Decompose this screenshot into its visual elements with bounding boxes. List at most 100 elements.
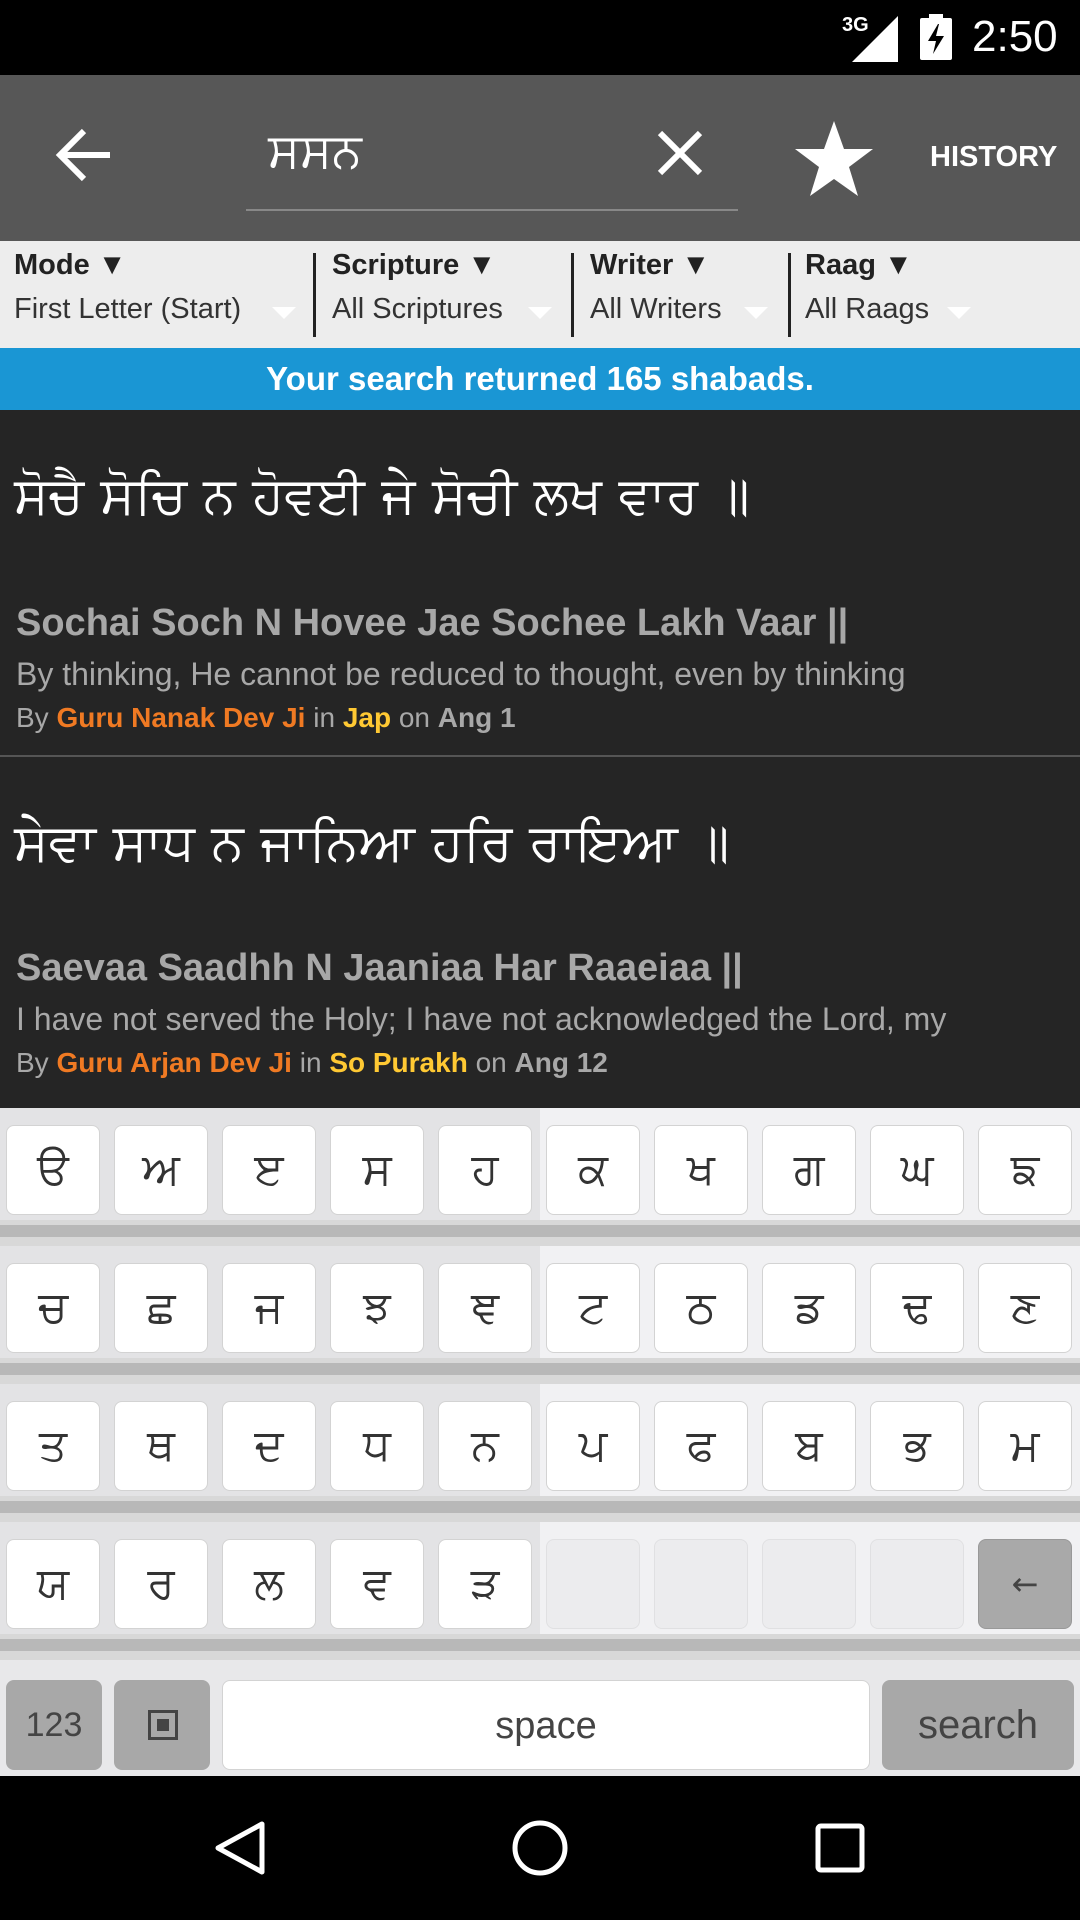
search-underline bbox=[246, 209, 738, 211]
translation: By thinking, He cannot be reduced to tho… bbox=[16, 656, 906, 692]
letter-key[interactable]: ਫ bbox=[654, 1401, 748, 1491]
history-button[interactable]: HISTORY bbox=[930, 141, 1057, 174]
gurmukhi-line: ਸੇਵਾ ਸਾਧ ਨ ਜਾਨਿਆ ਹਰਿ ਰਾਇਆ ॥ bbox=[14, 813, 730, 873]
filter-title: Mode ▼ bbox=[14, 249, 127, 281]
search-input[interactable]: ਸਸਨ bbox=[268, 123, 362, 180]
letter-key[interactable]: ਵ bbox=[330, 1539, 424, 1629]
letter-key[interactable]: ਣ bbox=[978, 1263, 1072, 1353]
letter-key[interactable]: ਮ bbox=[978, 1401, 1072, 1491]
result-meta: By Guru Arjan Dev Ji in So Purakh on Ang… bbox=[16, 1047, 608, 1079]
letter-key[interactable]: ਤ bbox=[6, 1401, 100, 1491]
navigation-bar bbox=[0, 1776, 1080, 1920]
star-icon[interactable] bbox=[794, 119, 874, 199]
filter-bar: Mode ▼ First Letter (Start) Scripture ▼ … bbox=[0, 241, 1080, 348]
back-triangle-icon[interactable] bbox=[210, 1818, 270, 1878]
letter-key[interactable]: ਨ bbox=[438, 1401, 532, 1491]
dropdown-arrow-icon bbox=[744, 307, 768, 319]
home-circle-icon[interactable] bbox=[510, 1818, 570, 1878]
letter-key[interactable]: ਜ bbox=[222, 1263, 316, 1353]
scripture-dropdown[interactable]: Scripture ▼ All Scriptures bbox=[332, 249, 562, 339]
letter-key[interactable]: ਪ bbox=[546, 1401, 640, 1491]
empty-key bbox=[762, 1539, 856, 1629]
empty-key bbox=[870, 1539, 964, 1629]
letter-key[interactable]: ਟ bbox=[546, 1263, 640, 1353]
search-key[interactable]: search bbox=[882, 1680, 1074, 1770]
letter-key[interactable]: ਥ bbox=[114, 1401, 208, 1491]
letter-key[interactable]: ਡ bbox=[762, 1263, 856, 1353]
keyboard-row: ਚਛਜਝਞਟਠਡਢਣ bbox=[0, 1246, 1080, 1358]
list-item[interactable]: ਸੋਚੈ ਸੋਚਿ ਨ ਹੋਵਈ ਜੇ ਸੋਚੀ ਲਖ ਵਾਰ ॥ Sochai… bbox=[0, 410, 1080, 755]
on-label: on bbox=[475, 1047, 507, 1078]
letter-key[interactable]: ਬ bbox=[762, 1401, 856, 1491]
mode-dropdown[interactable]: Mode ▼ First Letter (Start) bbox=[14, 249, 304, 339]
letter-key[interactable]: ਸ bbox=[330, 1125, 424, 1215]
source-name: Jap bbox=[342, 702, 392, 733]
dropdown-arrow-icon bbox=[947, 307, 971, 319]
on-label: on bbox=[398, 702, 430, 733]
filter-title: Scripture ▼ bbox=[332, 249, 497, 281]
translation: I have not served the Holy; I have not a… bbox=[16, 1001, 947, 1037]
letter-key[interactable]: ਞ bbox=[438, 1263, 532, 1353]
divider bbox=[313, 253, 316, 337]
gurmukhi-keyboard: 123 space search ੳਅੲਸਹਕਖਗਘਙ ਚਛਜਝਞਟਠਡਢਣ ਤਥਦ… bbox=[0, 1108, 1080, 1776]
network-type: 3G bbox=[842, 14, 869, 36]
letter-key[interactable]: ਦ bbox=[222, 1401, 316, 1491]
ang-number: Ang 1 bbox=[437, 702, 516, 733]
results-list: ਸੋਚੈ ਸੋਚਿ ਨ ਹੋਵਈ ਜੇ ਸੋਚੀ ਲਖ ਵਾਰ ॥ Sochai… bbox=[0, 410, 1080, 1108]
writer-dropdown[interactable]: Writer ▼ All Writers bbox=[590, 249, 780, 339]
dropdown-arrow-icon bbox=[272, 307, 296, 319]
letter-key[interactable]: ਅ bbox=[114, 1125, 208, 1215]
letter-key[interactable]: ਲ bbox=[222, 1539, 316, 1629]
battery-charging-icon bbox=[920, 14, 952, 60]
keyboard-bottom-row: 123 space search bbox=[0, 1660, 1080, 1776]
recents-square-icon[interactable] bbox=[810, 1818, 870, 1878]
ang-number: Ang 12 bbox=[514, 1047, 608, 1078]
transliteration: Saevaa Saadhh N Jaaniaa Har Raaeiaa || bbox=[16, 947, 743, 989]
letter-key[interactable]: ਕ bbox=[546, 1125, 640, 1215]
letter-key[interactable]: ਠ bbox=[654, 1263, 748, 1353]
letter-key[interactable]: ੳ bbox=[6, 1125, 100, 1215]
arrow-left-icon[interactable] bbox=[52, 123, 116, 187]
letter-key[interactable]: ਘ bbox=[870, 1125, 964, 1215]
backspace-key[interactable]: ← bbox=[978, 1539, 1072, 1629]
letter-key[interactable]: ਗ bbox=[762, 1125, 856, 1215]
by-label: By bbox=[16, 702, 49, 733]
letter-key[interactable]: ਛ bbox=[114, 1263, 208, 1353]
filter-title: Writer ▼ bbox=[590, 249, 711, 281]
clock: 2:50 bbox=[972, 12, 1058, 61]
numbers-key[interactable]: 123 bbox=[6, 1680, 102, 1770]
letter-key[interactable]: ਧ bbox=[330, 1401, 424, 1491]
filter-title: Raag ▼ bbox=[805, 249, 913, 281]
keyboard-row: ਯ ਰ ਲ ਵ ੜ ← bbox=[0, 1522, 1080, 1634]
filter-value: All Scriptures bbox=[332, 293, 503, 325]
letter-key[interactable]: ੲ bbox=[222, 1125, 316, 1215]
filter-value: First Letter (Start) bbox=[14, 293, 242, 325]
letter-key[interactable]: ਯ bbox=[6, 1539, 100, 1629]
empty-key bbox=[654, 1539, 748, 1629]
results-count-banner: Your search returned 165 shabads. bbox=[0, 348, 1080, 410]
action-bar: ਸਸਨ HISTORY bbox=[0, 75, 1080, 241]
gurmukhi-line: ਸੋਚੈ ਸੋਚਿ ਨ ਹੋਵਈ ਜੇ ਸੋਚੀ ਲਖ ਵਾਰ ॥ bbox=[14, 466, 750, 526]
letter-key[interactable]: ਖ bbox=[654, 1125, 748, 1215]
letter-key[interactable]: ਢ bbox=[870, 1263, 964, 1353]
close-icon[interactable] bbox=[654, 127, 706, 179]
writer-name: Guru Arjan Dev Ji bbox=[56, 1047, 292, 1078]
letter-key[interactable]: ਙ bbox=[978, 1125, 1072, 1215]
letter-key[interactable]: ਚ bbox=[6, 1263, 100, 1353]
filter-value: All Raags bbox=[805, 293, 930, 325]
letter-key[interactable]: ਹ bbox=[438, 1125, 532, 1215]
letter-key[interactable]: ਰ bbox=[114, 1539, 208, 1629]
transliteration: Sochai Soch N Hovee Jae Sochee Lakh Vaar… bbox=[16, 602, 849, 644]
letter-key[interactable]: ਝ bbox=[330, 1263, 424, 1353]
letter-key[interactable]: ਭ bbox=[870, 1401, 964, 1491]
raag-dropdown[interactable]: Raag ▼ All Raags bbox=[805, 249, 975, 339]
keyboard-switch-icon bbox=[148, 1710, 178, 1740]
keyboard-row: ਤਥਦਧਨਪਫਬਭਮ bbox=[0, 1384, 1080, 1496]
keyboard-row-separator bbox=[0, 1639, 1080, 1651]
keyboard-switch-key[interactable] bbox=[114, 1680, 210, 1770]
empty-key bbox=[546, 1539, 640, 1629]
space-key[interactable]: space bbox=[222, 1680, 870, 1770]
list-item[interactable]: ਸੇਵਾ ਸਾਧ ਨ ਜਾਨਿਆ ਹਰਿ ਰਾਇਆ ॥ Saevaa Saadh… bbox=[0, 757, 1080, 1102]
letter-key[interactable]: ੜ bbox=[438, 1539, 532, 1629]
in-label: in bbox=[299, 1047, 322, 1078]
